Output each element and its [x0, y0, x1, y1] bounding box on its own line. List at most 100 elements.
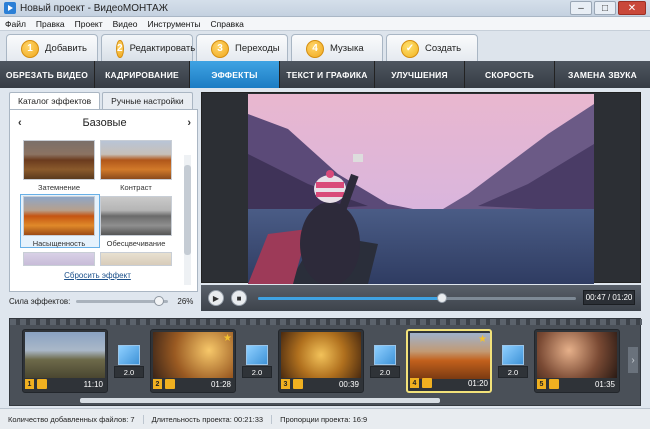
- effect-thumb-partial[interactable]: [100, 252, 172, 266]
- transition[interactable]: 2.0: [114, 345, 144, 383]
- tab-crop[interactable]: КАДРИРОВАНИЕ: [95, 61, 190, 88]
- effect-thumb-partial[interactable]: [23, 252, 95, 266]
- step-transitions[interactable]: 3 Переходы: [196, 34, 288, 62]
- menu-tools[interactable]: Инструменты: [142, 19, 205, 29]
- step-label: Переходы: [235, 43, 280, 54]
- preview-image: [248, 94, 594, 284]
- menu-edit[interactable]: Правка: [31, 19, 70, 29]
- strength-slider[interactable]: [76, 295, 169, 306]
- clip-number: 3: [281, 379, 290, 389]
- timeline-clip-selected[interactable]: ★ 4 01:20: [406, 329, 492, 393]
- effects-tabs: Каталог эффектов Ручные настройки: [9, 92, 195, 109]
- clip-duration: 01:35: [594, 379, 615, 389]
- scrollbar-thumb[interactable]: [184, 165, 191, 255]
- step-number: 4: [306, 39, 324, 58]
- menu-video[interactable]: Видео: [108, 19, 143, 29]
- timeline-scrollbar[interactable]: [80, 398, 440, 403]
- effect-label: Затемнение: [37, 183, 81, 192]
- step-add[interactable]: 1 Добавить: [6, 34, 98, 62]
- tab-speed[interactable]: СКОРОСТЬ: [465, 61, 555, 88]
- effect-thumb-saturation[interactable]: [23, 196, 95, 236]
- transition-icon: [246, 345, 268, 365]
- close-button[interactable]: ✕: [618, 1, 646, 15]
- step-number: 3: [211, 39, 229, 58]
- clip-duration: 11:10: [83, 379, 103, 389]
- clip-footer: 4 01:20: [410, 377, 490, 389]
- transition-icon: [502, 345, 524, 365]
- tab-text-graphics[interactable]: ТЕКСТ И ГРАФИКА: [280, 61, 375, 88]
- maximize-button[interactable]: □: [594, 1, 616, 15]
- category-header: ‹ Базовые ›: [10, 116, 199, 130]
- menu-project[interactable]: Проект: [70, 19, 108, 29]
- transition-duration: 2.0: [370, 366, 400, 378]
- minimize-button[interactable]: –: [570, 1, 592, 15]
- timeline-clip[interactable]: 5 01:35: [534, 329, 620, 393]
- effect-thumb-contrast[interactable]: [100, 140, 172, 180]
- clip-thumbnail: [281, 332, 361, 378]
- tab-trim[interactable]: ОБРЕЗАТЬ ВИДЕО: [0, 61, 95, 88]
- seek-bar[interactable]: [258, 293, 576, 303]
- clip-duration: 01:20: [467, 378, 488, 388]
- transition-duration: 2.0: [242, 366, 272, 378]
- menu-help[interactable]: Справка: [205, 19, 248, 29]
- transition[interactable]: 2.0: [498, 345, 528, 383]
- edit-subtabs: ОБРЕЗАТЬ ВИДЕО КАДРИРОВАНИЕ ЭФФЕКТЫ ТЕКС…: [0, 61, 650, 88]
- play-button[interactable]: ▶: [208, 290, 224, 306]
- edit-pencil-icon[interactable]: [422, 378, 432, 388]
- check-icon: ✓: [401, 39, 419, 58]
- menu-file[interactable]: Файл: [0, 19, 31, 29]
- clip-number: 2: [153, 379, 162, 389]
- tab-effects[interactable]: ЭФФЕКТЫ: [190, 61, 280, 88]
- step-label: Добавить: [45, 43, 87, 54]
- status-files: Количество добавленных файлов: 7: [0, 414, 144, 424]
- star-icon: ★: [223, 333, 232, 344]
- timeline-clip[interactable]: 1 11:10: [22, 329, 108, 393]
- status-bar: Количество добавленных файлов: 7 Длитель…: [0, 408, 650, 429]
- transition[interactable]: 2.0: [370, 345, 400, 383]
- slider-knob[interactable]: [154, 295, 165, 306]
- effect-label: Контраст: [120, 183, 152, 192]
- clip-number: 5: [537, 379, 546, 389]
- effect-label: Обесцвечивание: [106, 239, 166, 248]
- timeline-clip[interactable]: ★ 2 01:28: [150, 329, 236, 393]
- clip-thumbnail: [537, 332, 617, 378]
- time-display: 00:47 / 01:20: [583, 290, 635, 305]
- tab-effects-catalog[interactable]: Каталог эффектов: [9, 92, 101, 109]
- status-duration: Длительность проекта: 00:21:33: [144, 414, 273, 424]
- effect-thumb-darken[interactable]: [23, 140, 95, 180]
- reset-effect-link[interactable]: Сбросить эффект: [10, 271, 185, 280]
- tab-enhancements[interactable]: УЛУЧШЕНИЯ: [375, 61, 465, 88]
- effect-label: Насыщенность: [32, 239, 86, 248]
- edit-pencil-icon[interactable]: [165, 379, 175, 389]
- window-title: Новый проект - ВидеоМОНТАЖ: [20, 2, 168, 14]
- clip-number: 4: [410, 378, 419, 388]
- seek-knob[interactable]: [437, 293, 448, 303]
- step-music[interactable]: 4 Музыка: [291, 34, 383, 62]
- edit-pencil-icon[interactable]: [549, 379, 559, 389]
- clip-number: 1: [25, 379, 34, 389]
- step-edit[interactable]: 2 Редактировать: [101, 34, 195, 62]
- tab-manual-settings[interactable]: Ручные настройки: [102, 92, 193, 109]
- effects-catalog: ‹ Базовые › Затемнение Контраст Насыщенн…: [9, 109, 198, 292]
- effects-scrollbar[interactable]: [184, 155, 191, 285]
- video-preview: [201, 92, 641, 284]
- player-controls: ▶ ■ 00:47 / 01:20: [201, 285, 641, 311]
- step-create[interactable]: ✓ Создать: [386, 34, 478, 62]
- clip-footer: 1 11:10: [25, 378, 105, 390]
- strength-value: 26%: [177, 296, 194, 306]
- tab-replace-audio[interactable]: ЗАМЕНА ЗВУКА: [555, 61, 650, 88]
- chevron-left-icon[interactable]: ‹: [18, 117, 22, 129]
- title-bar: Новый проект - ВидеоМОНТАЖ – □ ✕: [0, 0, 650, 17]
- edit-pencil-icon[interactable]: [37, 379, 47, 389]
- clip-duration: 01:28: [210, 379, 231, 389]
- timeline-clip[interactable]: 3 00:39: [278, 329, 364, 393]
- step-label: Создать: [425, 43, 462, 54]
- effect-thumb-desaturate[interactable]: [100, 196, 172, 236]
- chevron-right-icon[interactable]: ›: [628, 347, 638, 373]
- stop-button[interactable]: ■: [231, 290, 247, 306]
- transition[interactable]: 2.0: [242, 345, 272, 383]
- clip-duration: 00:39: [338, 379, 359, 389]
- edit-pencil-icon[interactable]: [293, 379, 303, 389]
- timeline-strip: [10, 319, 642, 325]
- chevron-right-icon[interactable]: ›: [187, 117, 191, 129]
